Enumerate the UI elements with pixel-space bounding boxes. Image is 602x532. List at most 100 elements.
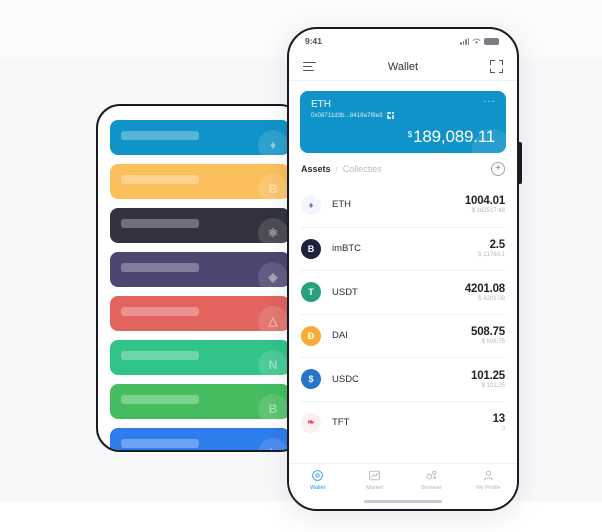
neo-card[interactable]: N	[110, 340, 290, 375]
status-indicators	[460, 37, 499, 45]
tab-item-market[interactable]: Market	[346, 469, 403, 491]
asset-row[interactable]: ♦ ETH 1004.01 $ 162517.48	[301, 183, 505, 227]
asset-amount: 101.25	[471, 369, 505, 382]
card-coin-icon: N	[258, 350, 288, 375]
eos-card[interactable]: ◈	[110, 252, 290, 287]
tab-item-wallet[interactable]: Wallet	[289, 469, 346, 491]
asset-amount: 508.75	[471, 326, 505, 339]
asset-amounts: 508.75 $ 508.75	[471, 326, 505, 345]
home-indicator	[364, 500, 442, 503]
wifi-icon	[472, 38, 481, 44]
asset-amount: 1004.01	[464, 195, 505, 208]
btc-card[interactable]: B	[110, 164, 290, 199]
wallet-address: 0x08711d3b...8418a7f8e3	[311, 112, 383, 119]
wallet-name: ETH	[311, 99, 331, 110]
atom-card[interactable]: ⚛	[110, 208, 290, 243]
tab-label: My Profile	[476, 485, 501, 491]
status-bar: 9:41	[289, 29, 517, 53]
nav-bar: Wallet	[289, 53, 517, 81]
asset-coin-icon: B	[301, 238, 321, 259]
tab-label: Wallet	[309, 485, 326, 491]
assets-tabs: Assets / Collecties	[301, 164, 382, 174]
card-coin-icon: L	[258, 438, 288, 450]
eth-card[interactable]: ♦	[110, 120, 290, 155]
assets-tabs-row: Assets / Collecties +	[289, 153, 517, 183]
card-coin-icon: B	[258, 394, 288, 419]
asset-fiat-value: $ 21760.1	[478, 252, 505, 259]
wallet-balance: $ 189,089.11	[408, 127, 495, 147]
asset-amounts: 13 0	[492, 413, 506, 433]
front-phone-mockup: 9:41 Wallet ··· ETH 0x08711d3b...8418a7f…	[287, 27, 519, 511]
asset-row[interactable]: $ USDC 101.25 $ 101.25	[301, 357, 505, 401]
asset-symbol: DAI	[332, 330, 348, 342]
battery-icon	[484, 37, 499, 45]
asset-fiat-value: $ 101.25	[481, 382, 505, 389]
add-asset-button[interactable]: +	[491, 162, 505, 176]
card-coin-icon: ◈	[258, 262, 288, 287]
page-title: Wallet	[387, 60, 419, 73]
asset-coin-icon: $	[301, 369, 321, 390]
asset-amounts: 4201.08 $ 4201.08	[465, 283, 505, 302]
card-placeholder-bar	[121, 351, 199, 360]
asset-amount: 4201.08	[464, 282, 505, 295]
card-coin-icon: ⚛	[258, 218, 288, 243]
tab-assets[interactable]: Assets	[301, 164, 331, 174]
ltc-card[interactable]: L	[110, 428, 290, 450]
tab-item-browser[interactable]: Browser	[403, 469, 460, 491]
balance-value: 189,089.11	[413, 127, 495, 146]
asset-list: ♦ ETH 1004.01 $ 162517.48 BimBTC 2.5 $ 21760.1…	[289, 183, 517, 444]
asset-fiat-value: $ 162517.48	[471, 208, 505, 215]
currency-symbol: $	[407, 130, 413, 139]
browser-icon	[426, 470, 437, 480]
card-placeholder-bar	[121, 395, 199, 404]
hamburger-menu-icon[interactable]	[303, 61, 316, 72]
back-phone-card-list: ♦B⚛◈△NBL	[98, 106, 302, 450]
signal-icon	[460, 37, 469, 45]
wallet-address-row[interactable]: 0x08711d3b...8418a7f8e3	[311, 112, 495, 119]
asset-amount: 2.5	[489, 239, 506, 252]
asset-coin-icon: Đ	[301, 325, 321, 346]
wallet-icon	[312, 470, 323, 481]
card-placeholder-bar	[121, 175, 199, 184]
asset-coin-icon: ❧	[301, 412, 321, 433]
asset-row[interactable]: ❧ TFT 13 0	[301, 400, 506, 445]
power-button[interactable]	[519, 142, 522, 184]
asset-symbol: USDC	[332, 373, 359, 385]
tab-label: Market	[366, 485, 383, 491]
asset-coin-icon: ♦	[301, 194, 321, 215]
bch-card[interactable]: B	[110, 384, 290, 419]
asset-amounts: 2.5 $ 21760.1	[478, 239, 505, 258]
asset-coin-icon: T	[301, 282, 321, 303]
card-coin-icon: B	[258, 174, 288, 199]
card-more-icon[interactable]: ···	[483, 97, 496, 107]
tron-card[interactable]: △	[110, 296, 290, 331]
asset-symbol: USDT	[332, 286, 358, 298]
asset-row[interactable]: Đ DAI 508.75 $ 508.75	[301, 313, 505, 358]
card-placeholder-bar	[121, 131, 199, 140]
tab-separator: /	[335, 164, 338, 174]
asset-fiat-value: $ 508.75	[481, 339, 505, 346]
asset-row[interactable]: T USDT 4201.08 $ 4201.08	[301, 270, 505, 314]
asset-symbol: imBTC	[332, 243, 362, 255]
asset-amounts: 101.25 $ 101.25	[471, 370, 505, 389]
asset-row[interactable]: BimBTC 2.5 $ 21760.1	[301, 226, 505, 271]
asset-fiat-value: 0	[501, 426, 505, 433]
tab-label: Browser	[421, 485, 442, 491]
scan-qr-icon[interactable]	[490, 60, 503, 73]
card-coin-icon: ♦	[258, 130, 288, 155]
card-placeholder-bar	[121, 219, 199, 228]
market-icon	[369, 470, 380, 481]
asset-symbol: ETH	[332, 199, 351, 211]
card-placeholder-bar	[121, 263, 199, 272]
wallet-balance-card[interactable]: ··· ETH 0x08711d3b...8418a7f8e3 $ 189,08…	[300, 91, 506, 153]
back-phone-mockup: ♦B⚛◈△NBL	[96, 104, 304, 452]
asset-amounts: 1004.01 $ 162517.48	[465, 195, 505, 214]
asset-amount: 13	[492, 413, 506, 426]
card-placeholder-bar	[121, 307, 199, 316]
card-placeholder-bar	[121, 439, 199, 448]
tab-collectibles[interactable]: Collecties	[343, 164, 382, 174]
tab-item-my-profile[interactable]: My Profile	[460, 469, 517, 491]
profile-icon	[484, 470, 493, 481]
qr-code-icon[interactable]	[386, 112, 394, 119]
asset-fiat-value: $ 4201.08	[478, 295, 505, 302]
